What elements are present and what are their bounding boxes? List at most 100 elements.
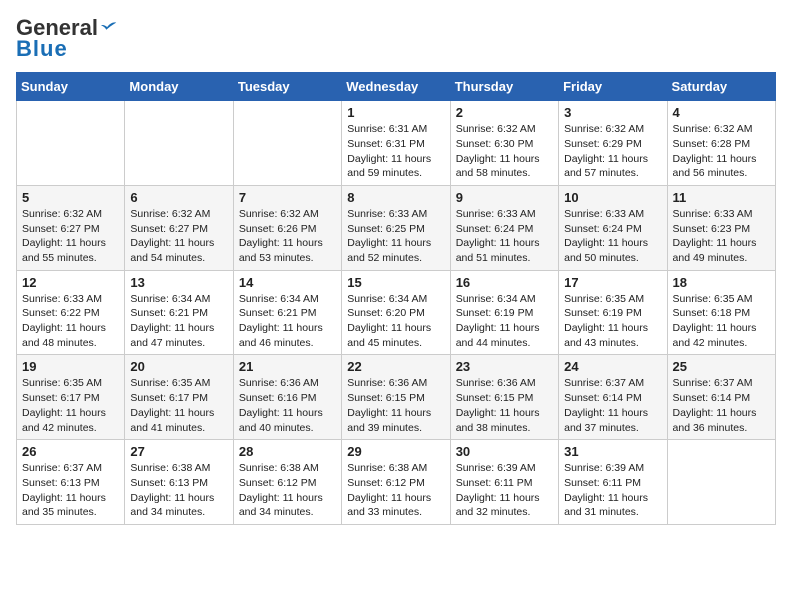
calendar-header-row: SundayMondayTuesdayWednesdayThursdayFrid… bbox=[17, 73, 776, 101]
day-number: 1 bbox=[347, 105, 444, 120]
day-number: 5 bbox=[22, 190, 119, 205]
calendar-cell: 13 Sunrise: 6:34 AMSunset: 6:21 PMDayligh… bbox=[125, 270, 233, 355]
day-info: Sunrise: 6:38 AMSunset: 6:12 PMDaylight:… bbox=[239, 461, 336, 520]
day-number: 7 bbox=[239, 190, 336, 205]
page-header: General Blue bbox=[16, 16, 776, 62]
calendar-week-3: 12 Sunrise: 6:33 AMSunset: 6:22 PMDayligh… bbox=[17, 270, 776, 355]
calendar-cell: 27Sunrise: 6:38 AMSunset: 6:13 PMDayligh… bbox=[125, 440, 233, 525]
calendar-week-1: 1 Sunrise: 6:31 AMSunset: 6:31 PMDaylight… bbox=[17, 101, 776, 186]
day-number: 6 bbox=[130, 190, 227, 205]
calendar-cell: 31 Sunrise: 6:39 AMSunset: 6:11 PMDayligh… bbox=[559, 440, 667, 525]
day-number: 18 bbox=[673, 275, 770, 290]
calendar-week-4: 19 Sunrise: 6:35 AMSunset: 6:17 PMDayligh… bbox=[17, 355, 776, 440]
day-info: Sunrise: 6:32 AMSunset: 6:29 PMDaylight:… bbox=[564, 122, 661, 181]
calendar-body: 1 Sunrise: 6:31 AMSunset: 6:31 PMDaylight… bbox=[17, 101, 776, 525]
calendar-cell: 24 Sunrise: 6:37 AMSunset: 6:14 PMDayligh… bbox=[559, 355, 667, 440]
day-number: 25 bbox=[673, 359, 770, 374]
calendar-table: SundayMondayTuesdayWednesdayThursdayFrid… bbox=[16, 72, 776, 525]
calendar-cell: 11 Sunrise: 6:33 AMSunset: 6:23 PMDayligh… bbox=[667, 185, 775, 270]
calendar-cell: 7 Sunrise: 6:32 AMSunset: 6:26 PMDaylight… bbox=[233, 185, 341, 270]
weekday-header-thursday: Thursday bbox=[450, 73, 558, 101]
calendar-cell: 29 Sunrise: 6:38 AMSunset: 6:12 PMDayligh… bbox=[342, 440, 450, 525]
day-info: Sunrise: 6:35 AMSunset: 6:19 PMDaylight:… bbox=[564, 292, 661, 351]
calendar-cell: 17 Sunrise: 6:35 AMSunset: 6:19 PMDayligh… bbox=[559, 270, 667, 355]
calendar-cell: 2Sunrise: 6:32 AMSunset: 6:30 PMDaylight… bbox=[450, 101, 558, 186]
day-info: Sunrise: 6:34 AMSunset: 6:21 PMDaylight:… bbox=[239, 292, 336, 351]
calendar-cell: 28 Sunrise: 6:38 AMSunset: 6:12 PMDayligh… bbox=[233, 440, 341, 525]
calendar-cell: 16 Sunrise: 6:34 AMSunset: 6:19 PMDayligh… bbox=[450, 270, 558, 355]
day-info: Sunrise: 6:33 AMSunset: 6:23 PMDaylight:… bbox=[673, 207, 770, 266]
day-info: Sunrise: 6:36 AMSunset: 6:15 PMDaylight:… bbox=[347, 376, 444, 435]
weekday-header-saturday: Saturday bbox=[667, 73, 775, 101]
day-info: Sunrise: 6:34 AMSunset: 6:19 PMDaylight:… bbox=[456, 292, 553, 351]
day-number: 16 bbox=[456, 275, 553, 290]
day-number: 13 bbox=[130, 275, 227, 290]
calendar-cell: 18 Sunrise: 6:35 AMSunset: 6:18 PMDayligh… bbox=[667, 270, 775, 355]
calendar-cell: 10 Sunrise: 6:33 AMSunset: 6:24 PMDayligh… bbox=[559, 185, 667, 270]
day-number: 28 bbox=[239, 444, 336, 459]
day-number: 15 bbox=[347, 275, 444, 290]
calendar-cell bbox=[17, 101, 125, 186]
day-number: 10 bbox=[564, 190, 661, 205]
day-info: Sunrise: 6:31 AMSunset: 6:31 PMDaylight:… bbox=[347, 122, 444, 181]
day-info: Sunrise: 6:33 AMSunset: 6:24 PMDaylight:… bbox=[456, 207, 553, 266]
day-info: Sunrise: 6:33 AMSunset: 6:25 PMDaylight:… bbox=[347, 207, 444, 266]
day-info: Sunrise: 6:33 AMSunset: 6:22 PMDaylight:… bbox=[22, 292, 119, 351]
day-info: Sunrise: 6:39 AMSunset: 6:11 PMDaylight:… bbox=[564, 461, 661, 520]
day-number: 27 bbox=[130, 444, 227, 459]
day-number: 4 bbox=[673, 105, 770, 120]
day-number: 14 bbox=[239, 275, 336, 290]
calendar-cell: 23 Sunrise: 6:36 AMSunset: 6:15 PMDayligh… bbox=[450, 355, 558, 440]
day-number: 23 bbox=[456, 359, 553, 374]
day-info: Sunrise: 6:32 AMSunset: 6:27 PMDaylight:… bbox=[130, 207, 227, 266]
weekday-header-wednesday: Wednesday bbox=[342, 73, 450, 101]
day-info: Sunrise: 6:37 AMSunset: 6:14 PMDaylight:… bbox=[673, 376, 770, 435]
day-number: 12 bbox=[22, 275, 119, 290]
day-number: 31 bbox=[564, 444, 661, 459]
day-number: 24 bbox=[564, 359, 661, 374]
weekday-header-friday: Friday bbox=[559, 73, 667, 101]
day-info: Sunrise: 6:34 AMSunset: 6:21 PMDaylight:… bbox=[130, 292, 227, 351]
calendar-cell: 22Sunrise: 6:36 AMSunset: 6:15 PMDayligh… bbox=[342, 355, 450, 440]
day-info: Sunrise: 6:36 AMSunset: 6:15 PMDaylight:… bbox=[456, 376, 553, 435]
weekday-header-tuesday: Tuesday bbox=[233, 73, 341, 101]
day-number: 9 bbox=[456, 190, 553, 205]
day-info: Sunrise: 6:35 AMSunset: 6:18 PMDaylight:… bbox=[673, 292, 770, 351]
calendar-cell: 21Sunrise: 6:36 AMSunset: 6:16 PMDayligh… bbox=[233, 355, 341, 440]
calendar-week-5: 26 Sunrise: 6:37 AMSunset: 6:13 PMDayligh… bbox=[17, 440, 776, 525]
calendar-cell: 4 Sunrise: 6:32 AMSunset: 6:28 PMDaylight… bbox=[667, 101, 775, 186]
day-info: Sunrise: 6:32 AMSunset: 6:28 PMDaylight:… bbox=[673, 122, 770, 181]
calendar-cell bbox=[667, 440, 775, 525]
day-number: 8 bbox=[347, 190, 444, 205]
day-info: Sunrise: 6:35 AMSunset: 6:17 PMDaylight:… bbox=[22, 376, 119, 435]
day-number: 17 bbox=[564, 275, 661, 290]
day-number: 11 bbox=[673, 190, 770, 205]
day-number: 19 bbox=[22, 359, 119, 374]
day-info: Sunrise: 6:38 AMSunset: 6:12 PMDaylight:… bbox=[347, 461, 444, 520]
day-info: Sunrise: 6:36 AMSunset: 6:16 PMDaylight:… bbox=[239, 376, 336, 435]
day-info: Sunrise: 6:32 AMSunset: 6:30 PMDaylight:… bbox=[456, 122, 553, 181]
day-info: Sunrise: 6:33 AMSunset: 6:24 PMDaylight:… bbox=[564, 207, 661, 266]
calendar-cell: 9 Sunrise: 6:33 AMSunset: 6:24 PMDaylight… bbox=[450, 185, 558, 270]
calendar-cell: 1 Sunrise: 6:31 AMSunset: 6:31 PMDaylight… bbox=[342, 101, 450, 186]
day-number: 26 bbox=[22, 444, 119, 459]
weekday-header-monday: Monday bbox=[125, 73, 233, 101]
day-info: Sunrise: 6:37 AMSunset: 6:14 PMDaylight:… bbox=[564, 376, 661, 435]
day-number: 20 bbox=[130, 359, 227, 374]
calendar-cell: 14 Sunrise: 6:34 AMSunset: 6:21 PMDayligh… bbox=[233, 270, 341, 355]
weekday-header-sunday: Sunday bbox=[17, 73, 125, 101]
day-info: Sunrise: 6:39 AMSunset: 6:11 PMDaylight:… bbox=[456, 461, 553, 520]
calendar-cell: 6 Sunrise: 6:32 AMSunset: 6:27 PMDaylight… bbox=[125, 185, 233, 270]
logo: General Blue bbox=[16, 16, 118, 62]
day-info: Sunrise: 6:34 AMSunset: 6:20 PMDaylight:… bbox=[347, 292, 444, 351]
day-info: Sunrise: 6:32 AMSunset: 6:26 PMDaylight:… bbox=[239, 207, 336, 266]
calendar-cell: 19 Sunrise: 6:35 AMSunset: 6:17 PMDayligh… bbox=[17, 355, 125, 440]
calendar-cell: 26 Sunrise: 6:37 AMSunset: 6:13 PMDayligh… bbox=[17, 440, 125, 525]
day-info: Sunrise: 6:37 AMSunset: 6:13 PMDaylight:… bbox=[22, 461, 119, 520]
calendar-cell: 5 Sunrise: 6:32 AMSunset: 6:27 PMDaylight… bbox=[17, 185, 125, 270]
logo-blue: Blue bbox=[16, 36, 68, 62]
day-info: Sunrise: 6:32 AMSunset: 6:27 PMDaylight:… bbox=[22, 207, 119, 266]
calendar-cell: 3Sunrise: 6:32 AMSunset: 6:29 PMDaylight… bbox=[559, 101, 667, 186]
calendar-cell: 25 Sunrise: 6:37 AMSunset: 6:14 PMDayligh… bbox=[667, 355, 775, 440]
day-number: 29 bbox=[347, 444, 444, 459]
